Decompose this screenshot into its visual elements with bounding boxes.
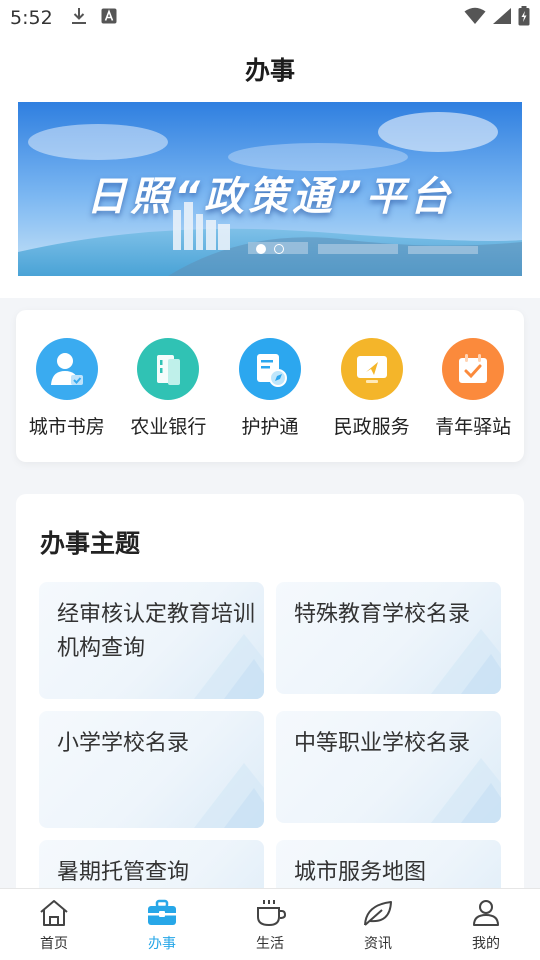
topic-card-vocational-schools[interactable]: 中等职业学校名录 (276, 711, 501, 823)
decorative-shape-icon (431, 629, 501, 694)
topic-label: 小学学校名录 (57, 731, 190, 756)
service-label: 农业银行 (130, 416, 207, 438)
briefcase-icon (146, 899, 178, 931)
coffee-cup-icon (254, 899, 287, 931)
topic-label: 经审核认定教育培训机构查询 (57, 602, 256, 661)
topics-title: 办事主题 (40, 529, 141, 558)
topic-card-special-education[interactable]: 特殊教育学校名录 (276, 582, 501, 694)
topic-label: 暑期托管查询 (57, 860, 190, 885)
banner-carousel[interactable]: 日照“政策通”平台 (18, 102, 522, 276)
tab-home[interactable]: 首页 (0, 889, 108, 960)
font-a-icon (101, 8, 117, 28)
tab-label: 我的 (472, 936, 500, 952)
service-youth-station[interactable]: 青年驿站 (425, 338, 521, 462)
service-civil-affairs[interactable]: 民政服务 (324, 338, 420, 462)
wifi-icon (464, 7, 486, 29)
service-label: 民政服务 (333, 416, 410, 438)
calendar-check-icon (442, 338, 505, 400)
decorative-shape-icon (431, 758, 501, 823)
banner-section: 日照“政策通”平台 (0, 102, 540, 298)
leaf-icon (362, 899, 394, 931)
topic-card-training-institutions[interactable]: 经审核认定教育培训机构查询 (39, 582, 264, 699)
tab-label: 资讯 (364, 936, 392, 952)
status-time: 5:52 (10, 7, 53, 29)
title-bar: 办事 (0, 36, 540, 102)
document-compass-icon (238, 338, 301, 400)
tab-label: 首页 (40, 936, 68, 952)
person-icon (470, 899, 502, 931)
carousel-dot-active[interactable] (256, 244, 266, 254)
battery-charging-icon (518, 6, 530, 30)
service-label: 护护通 (241, 416, 299, 438)
carousel-dot[interactable] (274, 244, 284, 254)
carousel-indicator (256, 244, 284, 254)
tab-mine[interactable]: 我的 (432, 889, 540, 960)
service-huhutong[interactable]: 护护通 (222, 338, 318, 462)
page-title: 办事 (244, 56, 295, 85)
topics-section: 办事主题 经审核认定教育培训机构查询 特殊教育学校名录 小学学校名录 中等职业学… (16, 494, 524, 914)
tab-life[interactable]: 生活 (216, 889, 324, 960)
topic-label: 中等职业学校名录 (294, 731, 471, 756)
home-icon (38, 899, 70, 931)
quick-services: 城市书房 农业银行 护护通 民政服务 青年驿站 (16, 310, 524, 462)
tab-affairs[interactable]: 办事 (108, 889, 216, 960)
topic-card-primary-schools[interactable]: 小学学校名录 (39, 711, 264, 828)
download-icon (71, 6, 87, 30)
service-label: 青年驿站 (435, 416, 512, 438)
decorative-shape-icon (194, 763, 264, 828)
signal-icon (492, 7, 512, 29)
topic-label: 特殊教育学校名录 (294, 602, 471, 627)
service-label: 城市书房 (28, 416, 105, 438)
user-card-icon (35, 338, 98, 400)
tab-label: 办事 (148, 936, 176, 952)
service-city-library[interactable]: 城市书房 (19, 338, 115, 462)
bank-card-icon (137, 338, 200, 400)
banner-title: 日照“政策通”平台 (86, 174, 454, 220)
bottom-tab-bar: 首页 办事 生活 资讯 我的 (0, 888, 540, 960)
status-bar: 5:52 (0, 0, 540, 36)
tab-label: 生活 (256, 936, 284, 952)
tab-news[interactable]: 资讯 (324, 889, 432, 960)
monitor-icon (340, 338, 403, 400)
service-agri-bank[interactable]: 农业银行 (120, 338, 216, 462)
topic-label: 城市服务地图 (294, 860, 427, 885)
